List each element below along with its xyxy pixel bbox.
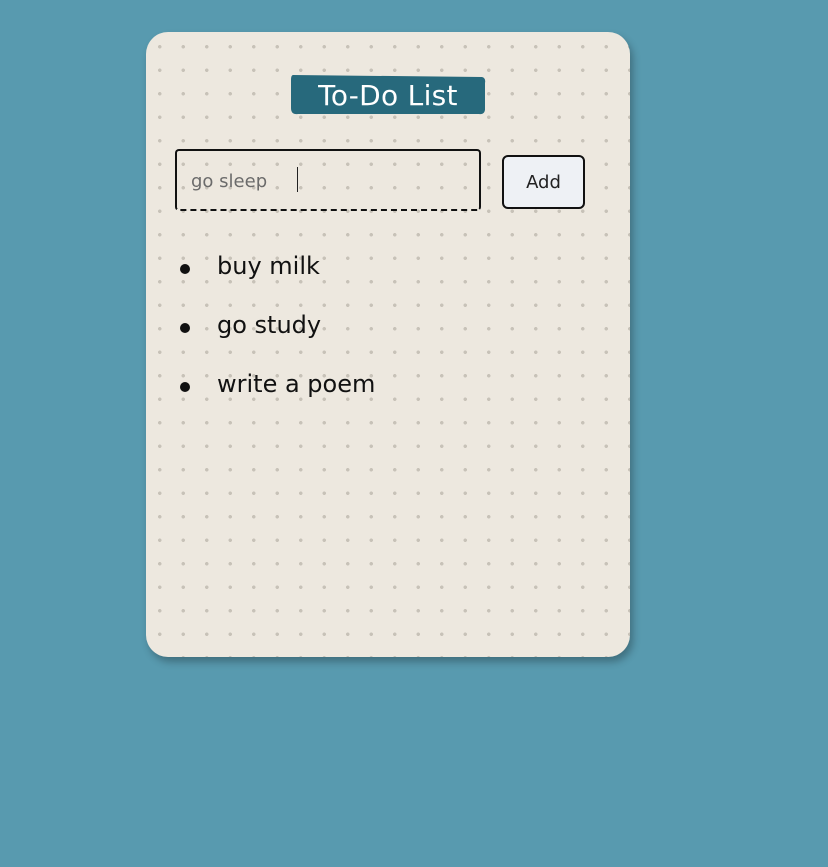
add-button[interactable]: Add xyxy=(502,155,585,209)
todo-item-text: buy milk xyxy=(217,252,320,280)
title-banner: To-Do List xyxy=(290,74,486,116)
todo-item-text: write a poem xyxy=(217,370,376,398)
todo-item-text: go study xyxy=(217,311,322,339)
page-title: To-Do List xyxy=(318,79,458,112)
text-caret xyxy=(297,167,298,192)
todo-card: To-Do List Add buy milk go study write a… xyxy=(146,32,630,657)
bullet-icon xyxy=(180,323,190,333)
task-input-box[interactable] xyxy=(175,149,481,211)
task-input[interactable] xyxy=(191,167,461,195)
bullet-icon xyxy=(180,264,190,274)
bullet-icon xyxy=(180,382,190,392)
